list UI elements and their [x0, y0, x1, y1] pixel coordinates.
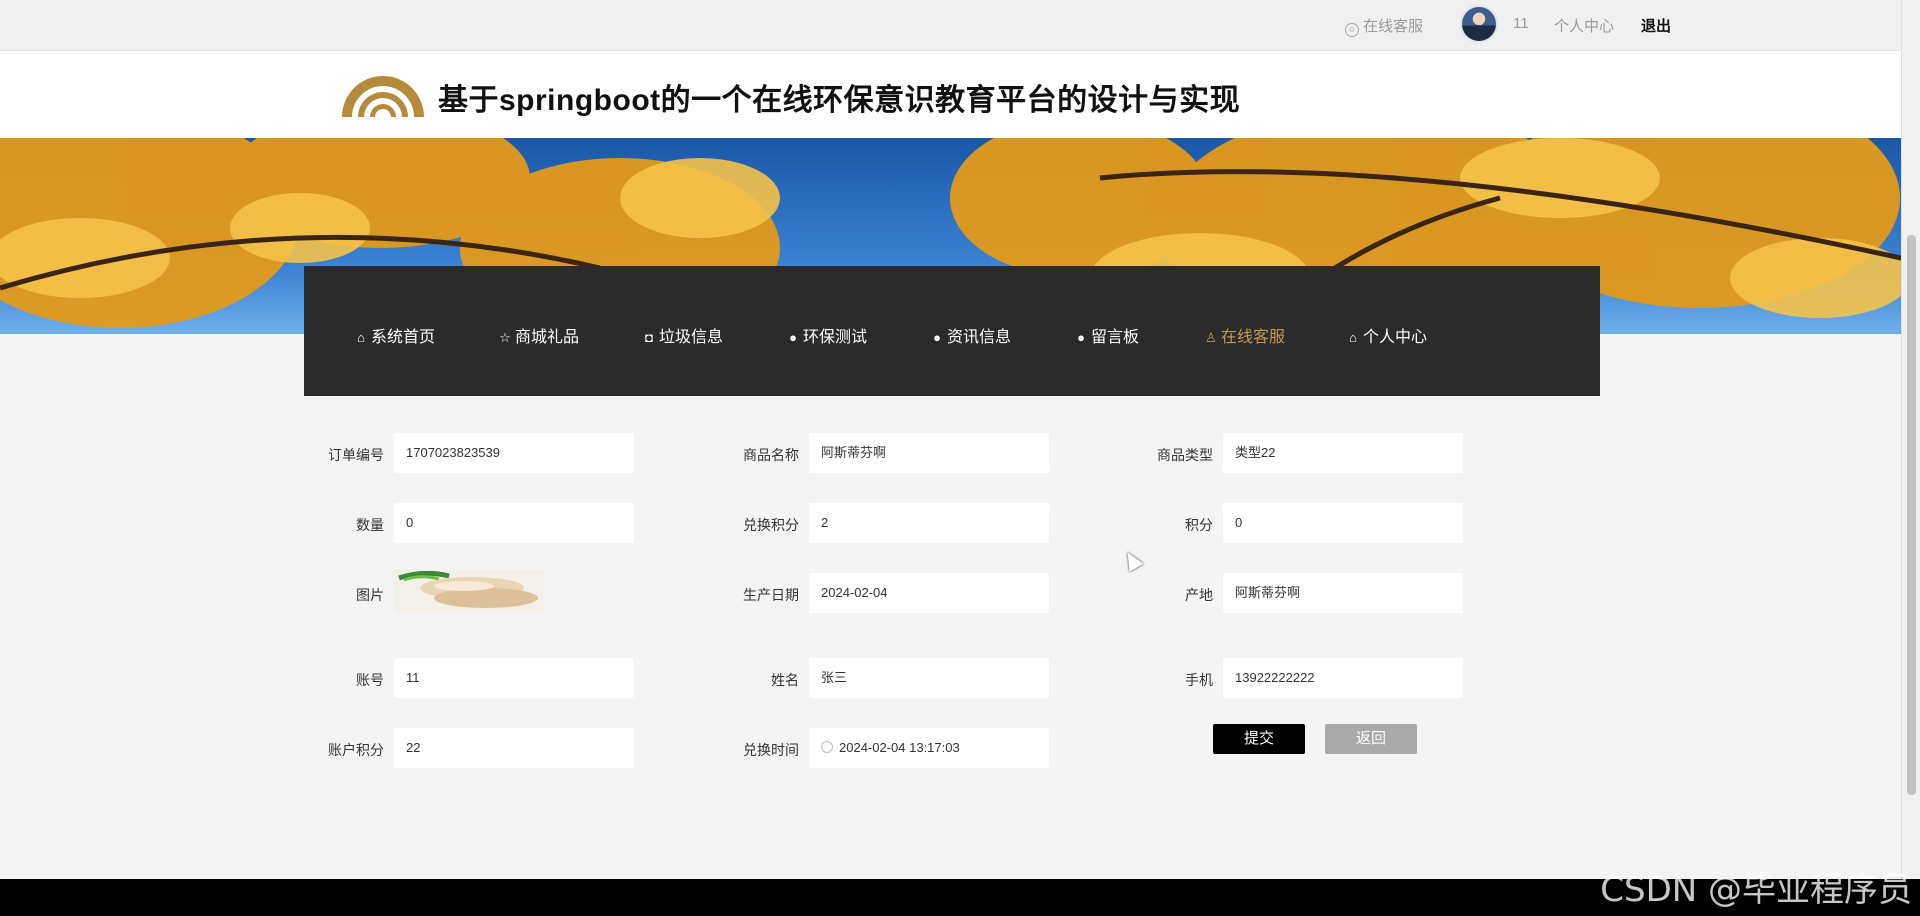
user-icon: ♙ — [1205, 330, 1217, 345]
exchange-points-label: 兑换积分 — [743, 517, 799, 533]
exchange-points-field[interactable]: 2 — [809, 503, 1049, 543]
name-field[interactable]: 张三 — [809, 658, 1049, 698]
phone-field[interactable]: 13922222222 — [1223, 658, 1463, 698]
watermark: CSDN @毕业程序员 — [1600, 870, 1912, 910]
order-no-label: 订单编号 — [328, 447, 384, 463]
quantity-field[interactable]: 0 — [394, 503, 634, 543]
site-header: 基于springboot的一个在线环保意识教育平台的设计与实现 — [0, 51, 1901, 138]
nav-item-gift-mall[interactable]: ☆ 商城礼品 — [498, 323, 579, 347]
nav-item-personal-center[interactable]: ⌂ 个人中心 — [1346, 323, 1427, 347]
nav-item-eco-test[interactable]: ● 环保测试 — [786, 323, 867, 347]
scrollbar-thumb[interactable] — [1907, 235, 1916, 795]
home-icon: ⌂ — [357, 330, 365, 345]
star-icon: ☆ — [499, 330, 511, 345]
logout-link[interactable]: 退出 — [1641, 15, 1671, 36]
nav-item-home[interactable]: ⌂ 系统首页 — [354, 323, 435, 347]
exchange-time-label: 兑换时间 — [743, 742, 799, 758]
question-icon: ● — [933, 330, 941, 345]
phone-label: 手机 — [1185, 672, 1213, 688]
production-date-field[interactable]: 2024-02-04 — [809, 573, 1049, 613]
product-type-label: 商品类型 — [1157, 447, 1213, 463]
mouse-cursor-icon — [1120, 548, 1144, 572]
account-label: 账号 — [356, 672, 384, 688]
account-field[interactable]: 11 — [394, 658, 634, 698]
submit-button[interactable]: 提交 — [1213, 724, 1305, 754]
main-nav: ⌂ 系统首页 ☆ 商城礼品 ◘ 垃圾信息 ● 环保测试 ● 资讯信息 ● 留言板 ♙ 在线客服… — [304, 266, 1600, 396]
origin-field[interactable]: 阿斯蒂芬啊 — [1223, 573, 1463, 613]
points-label: 积分 — [1185, 517, 1213, 533]
quantity-label: 数量 — [356, 517, 384, 533]
production-date-label: 生产日期 — [743, 587, 799, 603]
customer-service-label: 在线客服 — [1363, 18, 1424, 35]
origin-label: 产地 — [1185, 587, 1213, 603]
support-icon: ☺ — [1345, 23, 1359, 37]
nav-item-news[interactable]: ● 资讯信息 — [930, 323, 1011, 347]
points-field[interactable]: 0 — [1223, 503, 1463, 543]
avatar[interactable] — [1460, 5, 1498, 43]
bag-icon: ◘ — [645, 330, 653, 345]
account-points-field[interactable]: 22 — [394, 728, 634, 768]
site-title: 基于springboot的一个在线环保意识教育平台的设计与实现 — [438, 84, 1241, 117]
account-points-label: 账户积分 — [328, 742, 384, 758]
nav-item-customer-service[interactable]: ♙ 在线客服 — [1204, 323, 1285, 347]
top-bar: ☺ 在线客服 11 个人中心 退出 — [0, 0, 1901, 51]
product-name-label: 商品名称 — [743, 447, 799, 463]
alert-icon: ● — [789, 330, 797, 345]
exchange-time-value: 2024-02-04 13:17:03 — [839, 740, 960, 755]
image-label: 图片 — [356, 587, 384, 603]
order-no-field[interactable]: 1707023823539 — [394, 433, 634, 473]
product-image — [394, 570, 544, 612]
clock-icon — [821, 741, 833, 753]
name-label: 姓名 — [771, 672, 799, 688]
site-logo — [342, 76, 424, 117]
home-icon: ⌂ — [1349, 330, 1357, 345]
info-icon: ● — [1077, 330, 1085, 345]
product-type-field[interactable]: 类型22 — [1223, 433, 1463, 473]
user-id: 11 — [1513, 15, 1529, 32]
nav-item-message-board[interactable]: ● 留言板 — [1074, 323, 1139, 347]
exchange-time-field[interactable]: 2024-02-04 13:17:03 — [809, 728, 1049, 768]
nav-item-garbage-info[interactable]: ◘ 垃圾信息 — [642, 323, 723, 347]
product-name-field[interactable]: 阿斯蒂芬啊 — [809, 433, 1049, 473]
customer-service-link[interactable]: ☺ 在线客服 — [1345, 15, 1423, 37]
scrollbar[interactable] — [1901, 0, 1920, 879]
back-button[interactable]: 返回 — [1325, 724, 1417, 754]
personal-center-link[interactable]: 个人中心 — [1554, 15, 1614, 36]
